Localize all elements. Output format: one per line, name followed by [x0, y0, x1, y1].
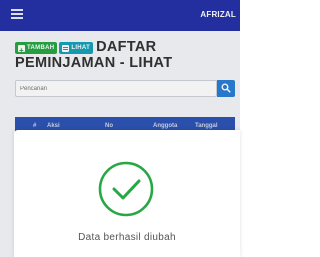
check-circle-icon [98, 161, 154, 217]
app-screen: AFRIZAL TAMBAH LIHAT DAFTAR PEMINJAMAN -… [0, 0, 240, 257]
success-dialog: Data berhasil diubah [14, 130, 240, 257]
success-message: Data berhasil diubah [78, 232, 176, 243]
